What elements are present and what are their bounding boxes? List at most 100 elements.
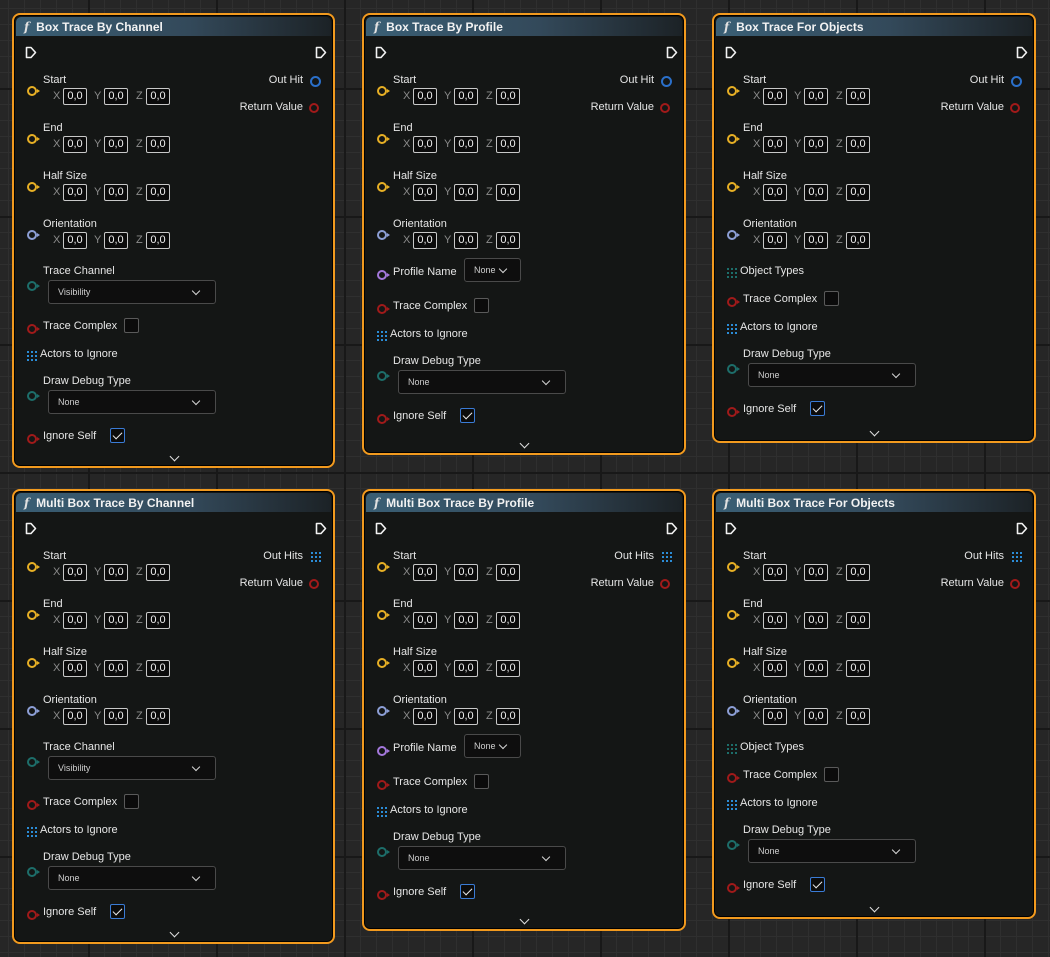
- exec-in-pin-icon[interactable]: [725, 522, 737, 535]
- bool-input-pin[interactable]: [377, 890, 390, 900]
- bool-input-pin[interactable]: [727, 407, 740, 417]
- x-value-field[interactable]: 0,0: [63, 136, 87, 153]
- return-value-pin[interactable]: [309, 103, 319, 113]
- y-value-field[interactable]: 0,0: [104, 136, 128, 153]
- z-value-field[interactable]: 0,0: [146, 708, 170, 725]
- bool-input-pin[interactable]: [727, 297, 740, 307]
- exec-out-pin-icon[interactable]: [315, 46, 327, 59]
- vector-input-pin[interactable]: [377, 610, 390, 620]
- x-value-field[interactable]: 0,0: [413, 564, 437, 581]
- y-value-field[interactable]: 0,0: [454, 660, 478, 677]
- exec-in-pin-icon[interactable]: [25, 46, 37, 59]
- checkbox[interactable]: [474, 774, 489, 789]
- trace-node[interactable]: f Box Trace For Objects Out Hit Return Valu…: [712, 13, 1036, 443]
- exec-out-pin-icon[interactable]: [315, 522, 327, 535]
- vector-input-pin[interactable]: [377, 706, 390, 716]
- bool-input-pin[interactable]: [377, 780, 390, 790]
- y-value-field[interactable]: 0,0: [804, 612, 828, 629]
- z-value-field[interactable]: 0,0: [846, 88, 870, 105]
- node-header[interactable]: f Box Trace By Channel: [16, 17, 331, 36]
- x-value-field[interactable]: 0,0: [63, 184, 87, 201]
- exec-in-pin-icon[interactable]: [375, 522, 387, 535]
- vector-input-pin[interactable]: [27, 658, 40, 668]
- vector-input-pin[interactable]: [27, 562, 40, 572]
- dropdown-select[interactable]: None: [48, 866, 216, 890]
- enum-input-pin[interactable]: [27, 391, 40, 401]
- y-value-field[interactable]: 0,0: [104, 564, 128, 581]
- bool-input-pin[interactable]: [377, 304, 390, 314]
- enum-input-pin[interactable]: [377, 847, 390, 857]
- name-input-pin[interactable]: [377, 270, 390, 280]
- vector-input-pin[interactable]: [377, 562, 390, 572]
- trace-node[interactable]: f Multi Box Trace For Objects Out Hits Retu…: [712, 489, 1036, 919]
- profile-name-select[interactable]: None: [464, 258, 521, 282]
- y-value-field[interactable]: 0,0: [804, 232, 828, 249]
- x-value-field[interactable]: 0,0: [763, 708, 787, 725]
- node-header[interactable]: f Box Trace By Profile: [366, 17, 682, 36]
- x-value-field[interactable]: 0,0: [413, 612, 437, 629]
- exec-out-pin-icon[interactable]: [666, 46, 678, 59]
- y-value-field[interactable]: 0,0: [454, 88, 478, 105]
- vector-input-pin[interactable]: [727, 658, 740, 668]
- return-value-pin[interactable]: [1010, 579, 1020, 589]
- out-hits-array-icon[interactable]: [662, 552, 672, 562]
- checkbox[interactable]: [824, 767, 839, 782]
- y-value-field[interactable]: 0,0: [804, 660, 828, 677]
- profile-name-select[interactable]: None: [464, 734, 521, 758]
- x-value-field[interactable]: 0,0: [763, 660, 787, 677]
- object-types-array-icon[interactable]: [727, 744, 737, 754]
- y-value-field[interactable]: 0,0: [104, 88, 128, 105]
- exec-in-pin-icon[interactable]: [25, 522, 37, 535]
- exec-out-pin-icon[interactable]: [1016, 46, 1028, 59]
- checkbox[interactable]: [824, 291, 839, 306]
- out-hit-pin[interactable]: [1011, 76, 1022, 87]
- x-value-field[interactable]: 0,0: [763, 88, 787, 105]
- z-value-field[interactable]: 0,0: [496, 612, 520, 629]
- y-value-field[interactable]: 0,0: [104, 612, 128, 629]
- x-value-field[interactable]: 0,0: [763, 564, 787, 581]
- checkbox-checked[interactable]: [110, 904, 125, 919]
- bool-input-pin[interactable]: [27, 910, 40, 920]
- y-value-field[interactable]: 0,0: [454, 232, 478, 249]
- checkbox-checked[interactable]: [110, 428, 125, 443]
- node-header[interactable]: f Box Trace For Objects: [716, 17, 1032, 36]
- x-value-field[interactable]: 0,0: [63, 564, 87, 581]
- chevron-down-icon[interactable]: [869, 426, 880, 437]
- z-value-field[interactable]: 0,0: [496, 136, 520, 153]
- vector-input-pin[interactable]: [377, 86, 390, 96]
- bool-input-pin[interactable]: [27, 434, 40, 444]
- z-value-field[interactable]: 0,0: [496, 660, 520, 677]
- y-value-field[interactable]: 0,0: [104, 708, 128, 725]
- out-hit-pin[interactable]: [310, 76, 321, 87]
- x-value-field[interactable]: 0,0: [63, 88, 87, 105]
- dropdown-select[interactable]: None: [748, 839, 916, 863]
- z-value-field[interactable]: 0,0: [846, 708, 870, 725]
- y-value-field[interactable]: 0,0: [104, 660, 128, 677]
- array-pin-icon[interactable]: [377, 807, 387, 817]
- y-value-field[interactable]: 0,0: [804, 564, 828, 581]
- z-value-field[interactable]: 0,0: [146, 564, 170, 581]
- checkbox-checked[interactable]: [460, 884, 475, 899]
- chevron-down-icon[interactable]: [869, 902, 880, 913]
- z-value-field[interactable]: 0,0: [146, 88, 170, 105]
- z-value-field[interactable]: 0,0: [496, 88, 520, 105]
- vector-input-pin[interactable]: [727, 610, 740, 620]
- z-value-field[interactable]: 0,0: [846, 564, 870, 581]
- vector-input-pin[interactable]: [27, 134, 40, 144]
- z-value-field[interactable]: 0,0: [146, 232, 170, 249]
- trace-node[interactable]: f Multi Box Trace By Channel Out Hits Retur…: [12, 489, 335, 944]
- checkbox-checked[interactable]: [460, 408, 475, 423]
- name-input-pin[interactable]: [377, 746, 390, 756]
- bool-input-pin[interactable]: [727, 883, 740, 893]
- x-value-field[interactable]: 0,0: [763, 136, 787, 153]
- node-header[interactable]: f Multi Box Trace By Profile: [366, 493, 682, 512]
- enum-input-pin[interactable]: [27, 757, 40, 767]
- checkbox-checked[interactable]: [810, 877, 825, 892]
- chevron-down-icon[interactable]: [169, 451, 179, 462]
- y-value-field[interactable]: 0,0: [804, 136, 828, 153]
- z-value-field[interactable]: 0,0: [496, 232, 520, 249]
- y-value-field[interactable]: 0,0: [804, 184, 828, 201]
- out-hits-array-icon[interactable]: [1012, 552, 1022, 562]
- array-pin-icon[interactable]: [727, 800, 737, 810]
- x-value-field[interactable]: 0,0: [63, 708, 87, 725]
